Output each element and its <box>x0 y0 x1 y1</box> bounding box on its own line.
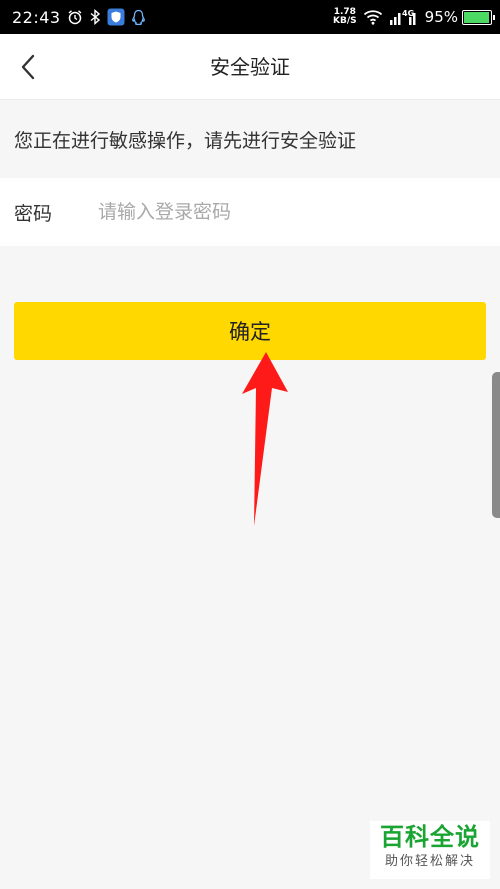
password-label: 密码 <box>14 202 53 225</box>
annotation-arrow-icon <box>242 352 288 526</box>
status-bar-right: 1.78 KB/S 4G 95% <box>333 8 495 26</box>
password-input[interactable] <box>98 192 500 232</box>
wifi-icon <box>363 9 383 25</box>
watermark-title: 百科全说 <box>380 823 480 851</box>
battery-icon <box>462 9 495 25</box>
status-bar: 22:43 1.78 KB/S 4G 95% <box>0 0 500 34</box>
status-bar-left: 22:43 <box>12 8 146 27</box>
battery-status: 95% <box>424 8 495 26</box>
watermark-logo: 百科全说 助你轻松解决 <box>370 821 490 879</box>
page-title: 安全验证 <box>210 55 290 79</box>
bluetooth-icon <box>89 9 101 25</box>
verification-notice: 您正在进行敏感操作，请先进行安全验证 <box>0 100 500 178</box>
nav-bar: 安全验证 <box>0 34 500 100</box>
qq-icon <box>131 9 146 26</box>
network-type: 4G <box>402 9 414 18</box>
side-drawer-handle[interactable] <box>492 372 500 518</box>
net-speed: 1.78 KB/S <box>333 8 357 26</box>
shield-app-icon <box>107 8 125 26</box>
battery-fill <box>464 11 489 23</box>
status-time: 22:43 <box>12 7 61 27</box>
watermark-subtitle: 助你轻松解决 <box>384 854 475 869</box>
battery-percent: 95% <box>424 8 458 26</box>
password-row: 密码 <box>0 178 500 246</box>
net-speed-unit: KB/S <box>333 16 357 26</box>
signal-icon: 4G <box>389 8 419 26</box>
alarm-icon <box>67 9 83 25</box>
